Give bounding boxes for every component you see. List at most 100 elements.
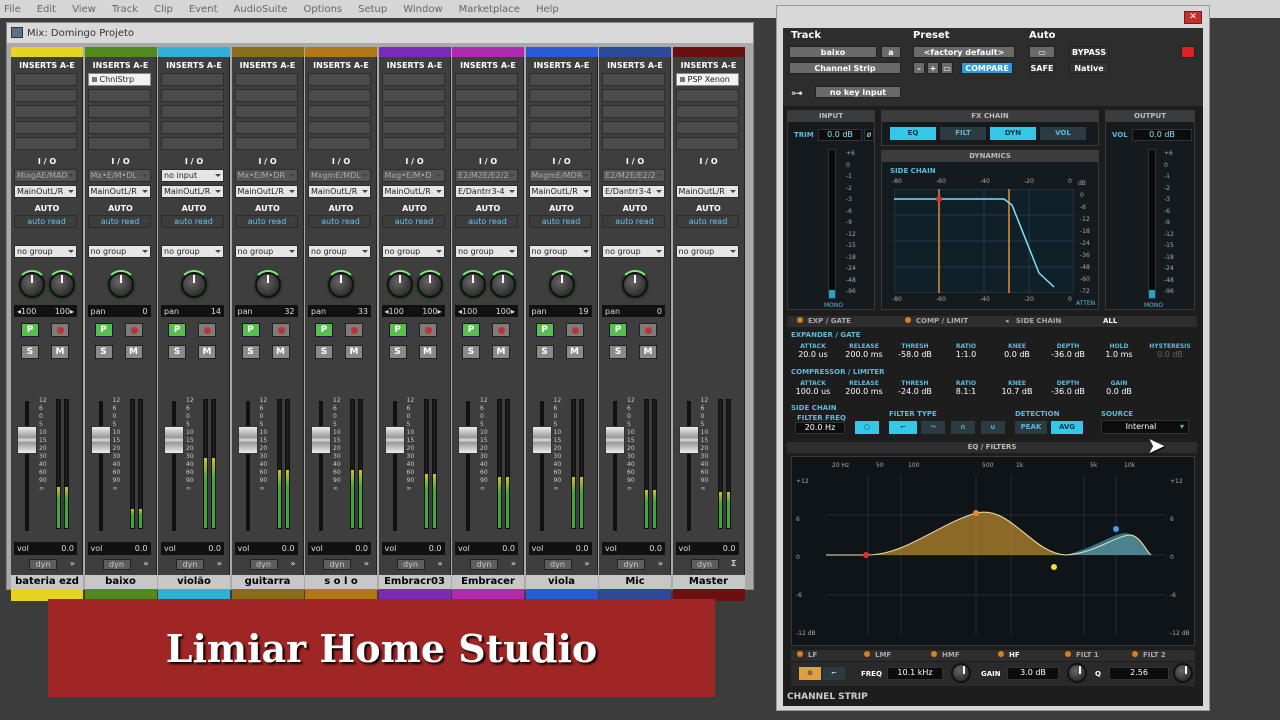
track-name[interactable]: Embracr03: [378, 575, 451, 589]
insert-slot[interactable]: [234, 73, 298, 86]
dyn-button[interactable]: dyn: [102, 559, 131, 570]
insert-slot[interactable]: [455, 73, 518, 86]
dynamics-param-thresh[interactable]: THRESH -24.0 dB: [891, 380, 939, 402]
output-selector[interactable]: E/Dantrr3-4: [602, 185, 665, 198]
group-selector[interactable]: no group: [675, 245, 739, 258]
insert-slot-plugin[interactable]: ChnlStrp: [87, 73, 151, 86]
dynamics-param-release[interactable]: RELEASE 200.0 ms: [840, 343, 888, 365]
menu-item-audiosuite[interactable]: AudioSuite: [234, 4, 288, 15]
insert-slot[interactable]: [234, 121, 298, 134]
dynamics-param-hold[interactable]: HOLD 1.0 ms: [1095, 343, 1143, 365]
group-selector[interactable]: no group: [602, 245, 665, 258]
mute-button[interactable]: M: [492, 345, 510, 359]
track-options-icon[interactable]: »: [511, 559, 516, 568]
pan-knob[interactable]: [490, 272, 516, 298]
pan-knob[interactable]: [107, 272, 134, 298]
record-arm-button[interactable]: [198, 323, 216, 337]
menu-item-clip[interactable]: Clip: [154, 4, 173, 15]
menu-item-event[interactable]: Event: [189, 4, 218, 15]
track-letter[interactable]: a: [881, 46, 901, 58]
playlist-button[interactable]: P: [388, 323, 407, 337]
dynamics-param-depth[interactable]: DEPTH -36.0 dB: [1044, 380, 1092, 402]
insert-slot[interactable]: [602, 73, 665, 86]
output-selector[interactable]: MainOutL/R: [161, 185, 224, 198]
filter-type-notch-button[interactable]: ∪: [981, 421, 1005, 434]
pan-readout[interactable]: pan 33: [308, 305, 371, 317]
solo-button[interactable]: S: [535, 345, 554, 359]
track-options-icon[interactable]: »: [584, 559, 589, 568]
insert-slot[interactable]: [455, 105, 518, 118]
record-arm-button[interactable]: [639, 323, 657, 337]
record-arm-button[interactable]: [51, 323, 69, 337]
insert-slot[interactable]: [308, 137, 371, 150]
track-name[interactable]: Mic: [599, 575, 671, 589]
insert-slot[interactable]: [528, 121, 592, 134]
volume-readout[interactable]: vol 0.0: [308, 542, 371, 555]
track-name[interactable]: Master: [672, 575, 745, 589]
insert-slot[interactable]: [675, 121, 739, 134]
tab-side-chain[interactable]: ◂ SIDE CHAIN: [1005, 317, 1061, 327]
source-selector[interactable]: Internal ▾: [1101, 420, 1189, 434]
record-arm-button[interactable]: [271, 323, 290, 337]
automation-mode-selector[interactable]: auto read: [528, 215, 592, 228]
group-selector[interactable]: no group: [14, 245, 77, 258]
input-selector[interactable]: MxgmE/MDR: [528, 169, 592, 182]
pan-readout[interactable]: ◂100 100▸: [455, 305, 518, 317]
insert-slot[interactable]: [602, 105, 665, 118]
solo-button[interactable]: S: [241, 345, 260, 359]
pan-readout[interactable]: ◂100 100▸: [14, 305, 77, 317]
pan-knob[interactable]: [416, 272, 443, 298]
playlist-button[interactable]: P: [315, 323, 333, 337]
solo-button[interactable]: S: [168, 345, 186, 359]
insert-slot[interactable]: [602, 89, 665, 102]
menu-item-setup[interactable]: Setup: [358, 4, 387, 15]
filter-type-bandboost-button[interactable]: ∩: [951, 421, 975, 434]
automation-mode-selector[interactable]: auto read: [455, 215, 518, 228]
volume-fader[interactable]: [237, 426, 258, 454]
menu-item-options[interactable]: Options: [304, 4, 343, 15]
output-selector[interactable]: MainOutL/R: [381, 185, 445, 198]
track-color-bar[interactable]: [599, 47, 671, 57]
insert-slot[interactable]: [528, 105, 592, 118]
insert-slot[interactable]: [675, 105, 739, 118]
record-arm-button[interactable]: [565, 323, 584, 337]
solo-button[interactable]: S: [388, 345, 407, 359]
track-name[interactable]: s o l o: [305, 575, 377, 589]
eq-curve-graph[interactable]: [826, 475, 1166, 635]
track-name[interactable]: Embracer: [452, 575, 524, 589]
bypass-button[interactable]: BYPASS: [1069, 46, 1109, 58]
automation-mode-selector[interactable]: auto read: [234, 215, 298, 228]
insert-slot[interactable]: [602, 121, 665, 134]
mute-button[interactable]: M: [639, 345, 657, 359]
dyn-button[interactable]: dyn: [249, 559, 278, 570]
dyn-button[interactable]: dyn: [323, 559, 351, 570]
output-selector[interactable]: MainOutL/R: [234, 185, 298, 198]
insert-slot[interactable]: [161, 137, 224, 150]
playlist-button[interactable]: P: [94, 323, 113, 337]
insert-slot[interactable]: [308, 121, 371, 134]
pan-knob[interactable]: [49, 272, 75, 298]
safe-button[interactable]: SAFE: [1029, 62, 1055, 74]
preset-next-button[interactable]: +: [927, 62, 939, 74]
insert-slot[interactable]: [455, 137, 518, 150]
insert-slot[interactable]: [455, 121, 518, 134]
mute-button[interactable]: M: [565, 345, 584, 359]
playlist-button[interactable]: P: [21, 323, 39, 337]
volume-fader[interactable]: [90, 426, 111, 454]
insert-slot[interactable]: [161, 105, 224, 118]
dynamics-param-ratio[interactable]: RATIO 8.1:1: [942, 380, 990, 402]
output-selector[interactable]: MainOutL/R: [87, 185, 151, 198]
insert-slot[interactable]: [602, 137, 665, 150]
eq-band-enable-button[interactable]: ⊙: [799, 667, 821, 680]
insert-slot[interactable]: [381, 105, 445, 118]
solo-button[interactable]: S: [94, 345, 113, 359]
dynamics-graph[interactable]: [894, 189, 1074, 293]
insert-slot[interactable]: [14, 89, 77, 102]
insert-slot[interactable]: [308, 89, 371, 102]
track-selector[interactable]: baixo: [789, 46, 877, 58]
volume-readout[interactable]: vol 0.0: [14, 542, 77, 555]
tab-all[interactable]: ALL: [1103, 317, 1117, 327]
automation-mode-selector[interactable]: auto read: [308, 215, 371, 228]
dynamics-param-gain[interactable]: GAIN 0.0 dB: [1095, 380, 1143, 402]
fx-vol-button[interactable]: VOL: [1040, 127, 1086, 140]
